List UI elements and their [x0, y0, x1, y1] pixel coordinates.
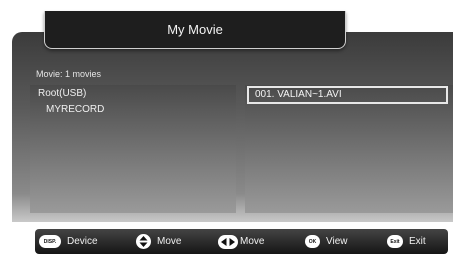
- move-vertical-label: Move: [157, 236, 182, 247]
- ok-button-icon: OK: [305, 235, 320, 248]
- disp-button-icon: DISP.: [39, 235, 61, 248]
- window-title: My Movie: [44, 11, 346, 49]
- exit-hint[interactable]: Exit Exit: [387, 229, 426, 254]
- file-list-panel: 001. VALIAN~1.AVI: [245, 85, 453, 213]
- exit-hint-label: Exit: [409, 236, 426, 247]
- move-horizontal-hint[interactable]: Move: [218, 229, 264, 254]
- tree-item-myrecord[interactable]: MYRECORD: [46, 104, 104, 115]
- footer-hint-bar: DISP. Device Move Move OK View Exit Exit: [35, 229, 448, 254]
- left-right-arrows-icon: [218, 234, 238, 249]
- tree-item-root[interactable]: Root(USB): [38, 88, 86, 99]
- up-down-arrows-icon: [136, 234, 151, 249]
- view-hint[interactable]: OK View: [305, 229, 348, 254]
- move-vertical-hint[interactable]: Move: [136, 229, 181, 254]
- file-list-item[interactable]: 001. VALIAN~1.AVI: [247, 86, 448, 104]
- device-hint[interactable]: DISP. Device: [39, 229, 98, 254]
- exit-button-icon: Exit: [387, 235, 403, 248]
- movie-count-label: Movie: 1 movies: [36, 69, 102, 79]
- move-horizontal-label: Move: [240, 236, 265, 247]
- view-hint-label: View: [326, 236, 348, 247]
- folder-tree-panel: Root(USB) MYRECORD: [30, 85, 236, 213]
- device-hint-label: Device: [67, 236, 98, 247]
